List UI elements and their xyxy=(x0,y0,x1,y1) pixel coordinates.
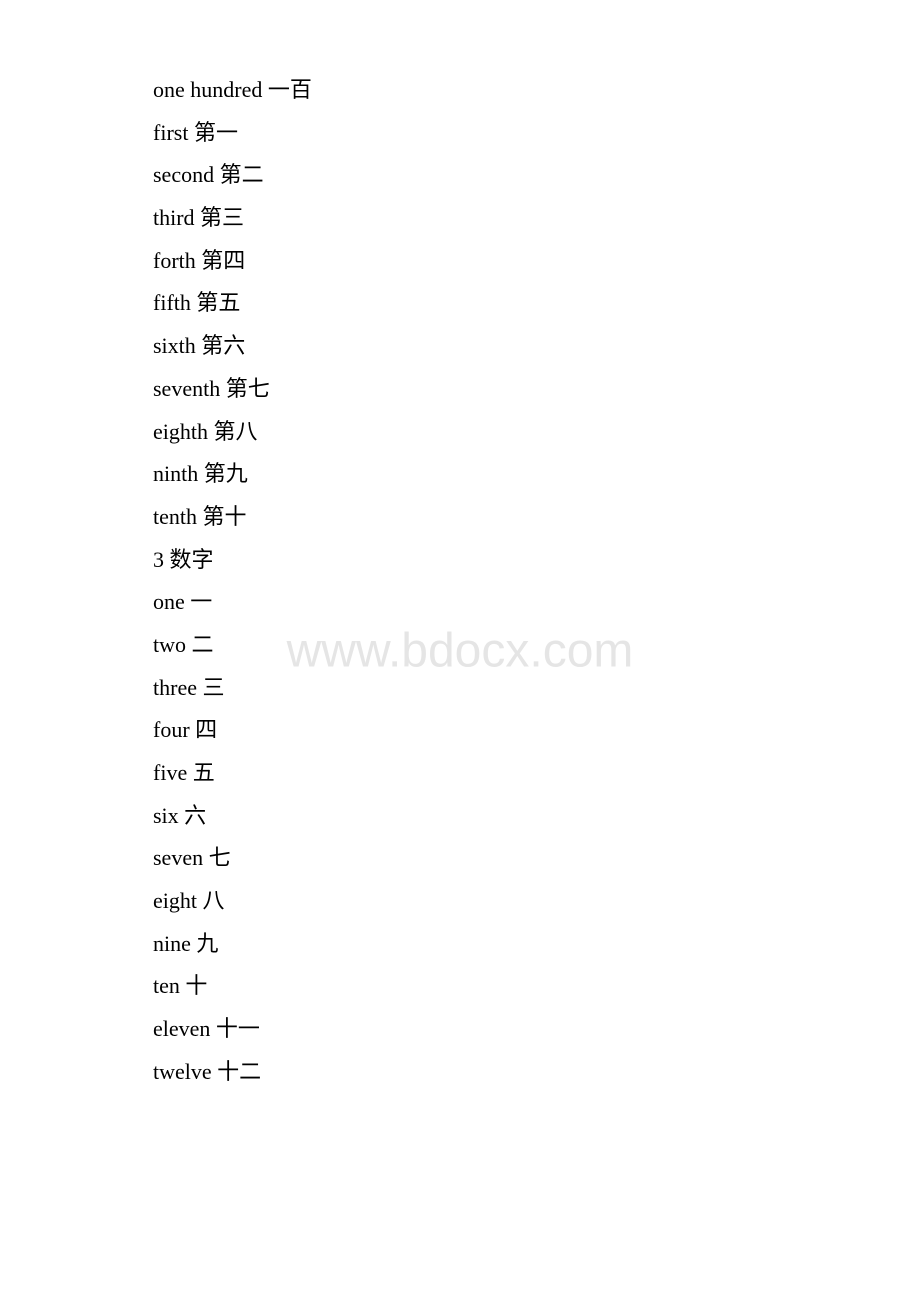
list-item: eighth 第八 xyxy=(153,412,920,453)
list-item: five 五 xyxy=(153,753,920,794)
list-item: seventh 第七 xyxy=(153,369,920,410)
main-content: one hundred 一百first 第一second 第二third 第三f… xyxy=(0,0,920,1093)
list-item: fifth 第五 xyxy=(153,283,920,324)
list-item: first 第一 xyxy=(153,113,920,154)
list-item: sixth 第六 xyxy=(153,326,920,367)
list-item: nine 九 xyxy=(153,924,920,965)
list-item: third 第三 xyxy=(153,198,920,239)
list-item: one 一 xyxy=(153,582,920,623)
list-item: tenth 第十 xyxy=(153,497,920,538)
list-item: seven 七 xyxy=(153,838,920,879)
list-item: 3 数字 xyxy=(153,540,920,581)
list-item: eight 八 xyxy=(153,881,920,922)
list-item: ten 十 xyxy=(153,966,920,1007)
list-item: twelve 十二 xyxy=(153,1052,920,1093)
list-item: one hundred 一百 xyxy=(153,70,920,111)
list-item: eleven 十一 xyxy=(153,1009,920,1050)
list-item: second 第二 xyxy=(153,155,920,196)
list-item: ninth 第九 xyxy=(153,454,920,495)
list-item: three 三 xyxy=(153,668,920,709)
list-item: two 二 xyxy=(153,625,920,666)
list-item: forth 第四 xyxy=(153,241,920,282)
list-item: four 四 xyxy=(153,710,920,751)
list-item: six 六 xyxy=(153,796,920,837)
